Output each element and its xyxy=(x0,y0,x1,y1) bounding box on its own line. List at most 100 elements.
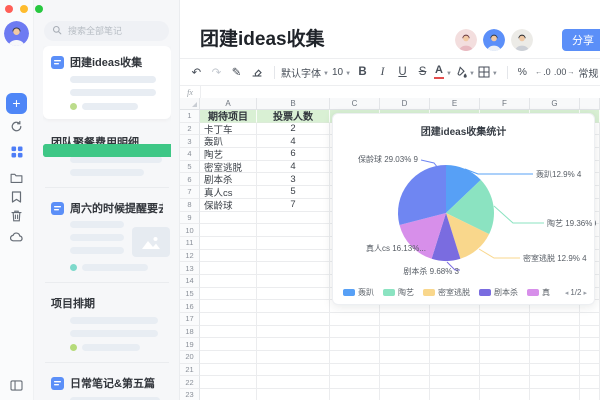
cell-B14[interactable] xyxy=(257,275,330,288)
row-header-13[interactable]: 13 xyxy=(180,262,200,275)
cell-G17[interactable] xyxy=(530,313,580,326)
search-box[interactable] xyxy=(44,21,169,41)
cell-B15[interactable] xyxy=(257,288,330,301)
cell-B1[interactable]: 投票人数 xyxy=(257,110,330,123)
legend-next-icon[interactable]: ▸ xyxy=(583,289,587,297)
traffic-light-close[interactable] xyxy=(5,5,13,13)
cell-B20[interactable] xyxy=(257,351,330,364)
row-header-3[interactable]: 3 xyxy=(180,135,200,148)
cell-D21[interactable] xyxy=(380,364,430,377)
column-header-D[interactable]: D xyxy=(380,98,430,110)
row-header-12[interactable]: 12 xyxy=(180,250,200,263)
cell-F17[interactable] xyxy=(480,313,530,326)
cell-H18[interactable] xyxy=(580,326,600,339)
row-header-4[interactable]: 4 xyxy=(180,148,200,161)
cell-A7[interactable]: 真人cs xyxy=(200,186,257,199)
cell-H19[interactable] xyxy=(580,338,600,351)
cell-D17[interactable] xyxy=(380,313,430,326)
note-card[interactable]: 项目排期 xyxy=(43,295,171,351)
cell-E19[interactable] xyxy=(430,338,480,351)
row-header-22[interactable]: 22 xyxy=(180,376,200,389)
cell-G18[interactable] xyxy=(530,326,580,339)
row-header-17[interactable]: 17 xyxy=(180,313,200,326)
cell-B18[interactable] xyxy=(257,326,330,339)
cell-G22[interactable] xyxy=(530,376,580,389)
row-header-2[interactable]: 2 xyxy=(180,123,200,136)
row-header-9[interactable]: 9 xyxy=(180,212,200,225)
cell-G23[interactable] xyxy=(530,389,580,400)
select-all-corner[interactable] xyxy=(180,98,200,110)
row-header-14[interactable]: 14 xyxy=(180,275,200,288)
cell-B17[interactable] xyxy=(257,313,330,326)
row-header-15[interactable]: 15 xyxy=(180,288,200,301)
cell-A18[interactable] xyxy=(200,326,257,339)
cell-H22[interactable] xyxy=(580,376,600,389)
cell-B4[interactable]: 6 xyxy=(257,148,330,161)
note-card[interactable]: 周六的时候提醒要去爬... xyxy=(43,200,171,271)
cell-F18[interactable] xyxy=(480,326,530,339)
cell-D18[interactable] xyxy=(380,326,430,339)
cell-A14[interactable] xyxy=(200,275,257,288)
legend-item-剧本杀[interactable]: 剧本杀 xyxy=(479,287,518,298)
cell-E20[interactable] xyxy=(430,351,480,364)
cloud-icon[interactable] xyxy=(0,232,33,242)
cell-H20[interactable] xyxy=(580,351,600,364)
cell-A20[interactable] xyxy=(200,351,257,364)
legend-prev-icon[interactable]: ◂ xyxy=(565,289,569,297)
cell-B11[interactable] xyxy=(257,237,330,250)
cell-E18[interactable] xyxy=(430,326,480,339)
cell-G20[interactable] xyxy=(530,351,580,364)
cell-B6[interactable]: 3 xyxy=(257,173,330,186)
bold-button[interactable]: B xyxy=(354,62,371,82)
cell-C18[interactable] xyxy=(330,326,380,339)
cell-H21[interactable] xyxy=(580,364,600,377)
note-card-selected[interactable]: 团建ideas收集 xyxy=(43,46,171,119)
legend-item-真[interactable]: 真 xyxy=(527,287,550,298)
cell-A22[interactable] xyxy=(200,376,257,389)
borders-button[interactable]: ▼ xyxy=(478,62,498,82)
cell-E21[interactable] xyxy=(430,364,480,377)
cell-A1[interactable]: 期待项目 xyxy=(200,110,257,123)
cell-D22[interactable] xyxy=(380,376,430,389)
cell-C21[interactable] xyxy=(330,364,380,377)
cell-A13[interactable] xyxy=(200,262,257,275)
fill-color-button[interactable]: ▼ xyxy=(455,62,475,82)
bookmark-icon[interactable] xyxy=(0,191,33,203)
apps-grid-icon[interactable] xyxy=(0,146,33,158)
collaborator-avatar[interactable] xyxy=(454,28,478,52)
cell-C19[interactable] xyxy=(330,338,380,351)
row-header-20[interactable]: 20 xyxy=(180,351,200,364)
cell-F19[interactable] xyxy=(480,338,530,351)
cell-F22[interactable] xyxy=(480,376,530,389)
cell-B10[interactable] xyxy=(257,224,330,237)
cell-A3[interactable]: 轰趴 xyxy=(200,135,257,148)
cell-A10[interactable] xyxy=(200,224,257,237)
cell-B23[interactable] xyxy=(257,389,330,400)
cell-F23[interactable] xyxy=(480,389,530,400)
row-header-7[interactable]: 7 xyxy=(180,186,200,199)
note-card[interactable]: 日常笔记&第五篇 xyxy=(43,375,171,400)
traffic-light-zoom[interactable] xyxy=(35,5,43,13)
redo-button[interactable]: ↷ xyxy=(208,62,225,82)
clear-format-button[interactable] xyxy=(248,62,265,82)
legend-item-陶艺[interactable]: 陶艺 xyxy=(383,287,414,298)
cell-A9[interactable] xyxy=(200,212,257,225)
cell-G19[interactable] xyxy=(530,338,580,351)
format-painter-button[interactable]: ✎ xyxy=(228,62,245,82)
column-header-E[interactable]: E xyxy=(430,98,480,110)
cell-B8[interactable]: 7 xyxy=(257,199,330,212)
cell-B16[interactable] xyxy=(257,300,330,313)
cell-A19[interactable] xyxy=(200,338,257,351)
row-header-10[interactable]: 10 xyxy=(180,224,200,237)
cell-F20[interactable] xyxy=(480,351,530,364)
undo-button[interactable]: ↶ xyxy=(188,62,205,82)
cell-F21[interactable] xyxy=(480,364,530,377)
column-header-B[interactable]: B xyxy=(257,98,330,110)
decrease-decimal-button[interactable]: ← .0 xyxy=(534,62,551,82)
cell-A12[interactable] xyxy=(200,250,257,263)
cell-E17[interactable] xyxy=(430,313,480,326)
traffic-light-minimize[interactable] xyxy=(20,5,28,13)
row-header-11[interactable]: 11 xyxy=(180,237,200,250)
row-header-1[interactable]: 1 xyxy=(180,110,200,123)
new-note-button[interactable]: + xyxy=(6,93,27,114)
